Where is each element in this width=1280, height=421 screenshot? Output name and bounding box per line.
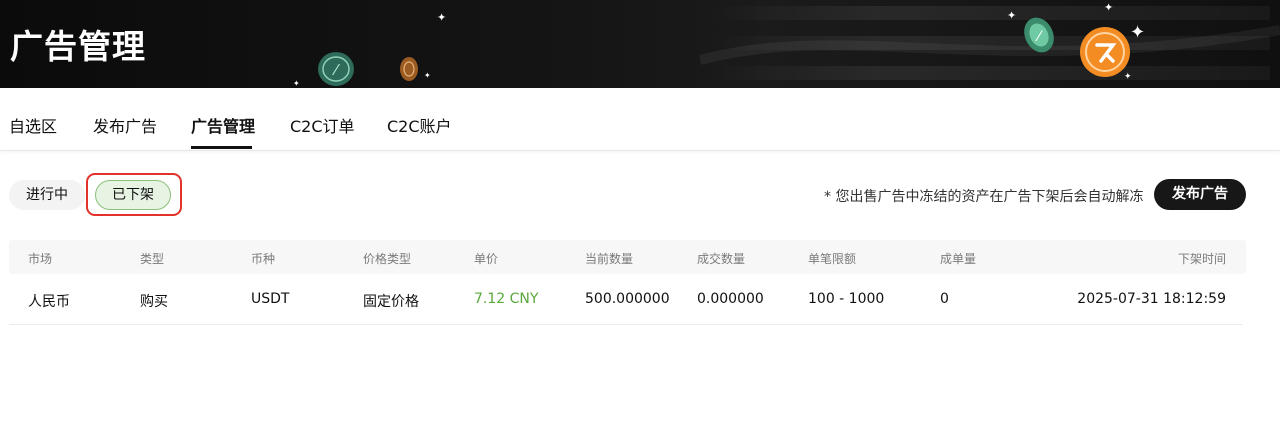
tab-c2c-orders[interactable]: C2C订单 xyxy=(290,113,355,137)
column-header-market: 市场 xyxy=(28,252,53,266)
active-tab-indicator xyxy=(191,146,252,149)
cell-orders: 0 xyxy=(940,291,949,307)
banner-pattern xyxy=(700,6,1280,80)
cell-market: 人民币 xyxy=(28,294,70,310)
publish-ad-button[interactable]: 发布广告 xyxy=(1154,179,1246,210)
coin-icon xyxy=(400,57,418,81)
column-header-price-type: 价格类型 xyxy=(363,252,412,266)
column-header-currency: 币种 xyxy=(251,252,276,266)
sparkle-icon: ✦ xyxy=(1007,9,1017,22)
cell-price-type: 固定价格 xyxy=(363,294,419,310)
filter-removed-button[interactable]: 已下架 xyxy=(95,180,171,210)
column-header-limit: 单笔限额 xyxy=(808,252,857,266)
tab-post-ad[interactable]: 发布广告 xyxy=(93,113,157,137)
sparkle-icon: ✦ xyxy=(1124,72,1132,82)
cell-limit: 100 - 1000 xyxy=(808,291,885,307)
filter-in-progress-button[interactable]: 进行中 xyxy=(9,180,85,210)
cell-price: 7.12 CNY xyxy=(474,291,539,307)
column-header-filled-qty: 成交数量 xyxy=(697,252,746,266)
page-banner: 广告管理 ⁄ ⁄ ✦ ✦ ✦ ✦ ✦ ✦ ✦ xyxy=(0,0,1280,88)
cell-removed-time: 2025-07-31 18:12:59 xyxy=(1077,291,1226,307)
sparkle-icon: ✦ xyxy=(293,79,300,88)
sparkle-icon: ✦ xyxy=(424,71,431,80)
cell-filled-qty: 0.000000 xyxy=(697,291,764,307)
sparkle-icon: ✦ xyxy=(437,11,447,24)
tab-watchlist[interactable]: 自选区 xyxy=(9,113,57,137)
column-header-price: 单价 xyxy=(474,252,499,266)
ads-table: 市场 类型 币种 价格类型 单价 当前数量 成交数量 单笔限额 成单量 下架时间… xyxy=(9,240,1246,325)
tab-c2c-account[interactable]: C2C账户 xyxy=(387,113,452,137)
main-nav: 自选区 发布广告 广告管理 C2C订单 C2C账户 xyxy=(0,88,1280,151)
column-header-type: 类型 xyxy=(140,252,165,266)
table-row[interactable]: 人民币 购买 USDT 固定价格 7.12 CNY 500.000000 0.0… xyxy=(9,274,1243,325)
coin-icon: ⁄ xyxy=(1024,17,1054,53)
sparkle-icon: ✦ xyxy=(1130,22,1146,43)
column-header-removed-time: 下架时间 xyxy=(1177,252,1226,266)
cell-type: 购买 xyxy=(140,294,168,310)
cell-currency: USDT xyxy=(251,291,290,307)
page-title: 广告管理 xyxy=(10,27,146,66)
sparkle-icon: ✦ xyxy=(1104,1,1114,14)
tab-ad-management[interactable]: 广告管理 xyxy=(191,113,255,137)
column-header-current-qty: 当前数量 xyxy=(585,252,634,266)
coin-icon: ⁄ xyxy=(318,52,354,86)
column-header-orders: 成单量 xyxy=(940,252,977,266)
table-header: 市场 类型 币种 价格类型 单价 当前数量 成交数量 单笔限额 成单量 下架时间 xyxy=(9,240,1246,274)
cell-current-qty: 500.000000 xyxy=(585,291,670,307)
freeze-notice: * 您出售广告中冻结的资产在广告下架后会自动解冻 xyxy=(824,189,1144,205)
